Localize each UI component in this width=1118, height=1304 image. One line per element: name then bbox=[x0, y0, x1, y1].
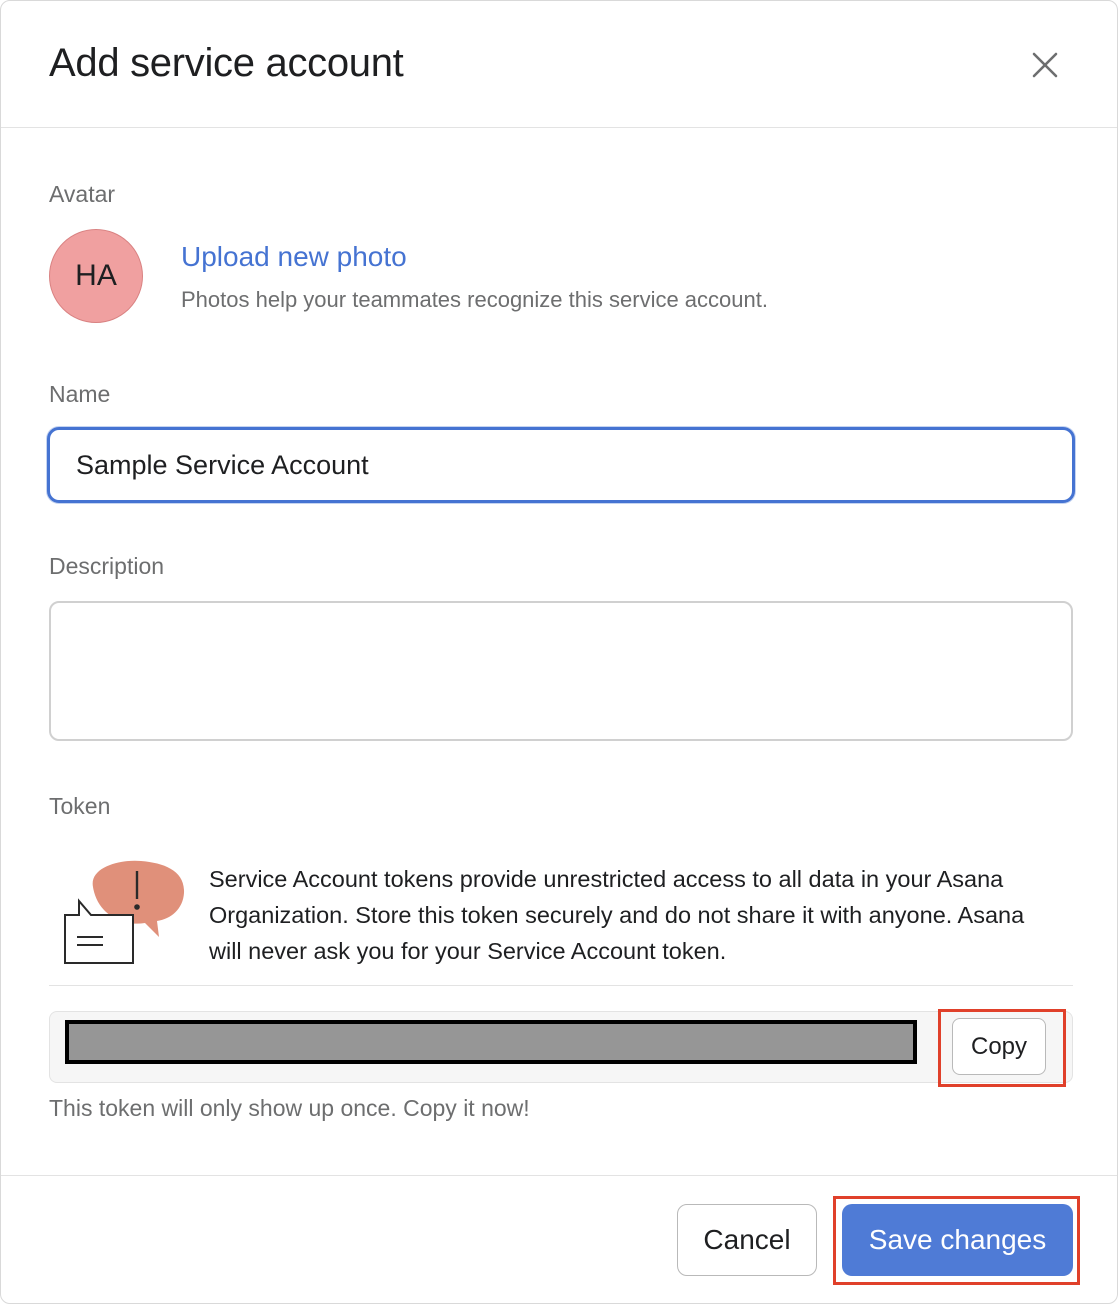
token-note: This token will only show up once. Copy … bbox=[49, 1095, 530, 1121]
copy-token-button[interactable]: Copy bbox=[952, 1018, 1046, 1075]
token-warning-text: Service Account tokens provide unrestric… bbox=[209, 866, 1025, 964]
upload-new-photo-link[interactable]: Upload new photo bbox=[181, 241, 407, 273]
avatar-label: Avatar bbox=[49, 181, 116, 207]
avatar-initials: HA bbox=[75, 259, 117, 292]
avatar: HA bbox=[49, 229, 143, 323]
warning-chat-icon bbox=[64, 860, 185, 964]
upload-help-text: Photos help your teammates recognize thi… bbox=[181, 287, 768, 312]
name-label: Name bbox=[49, 381, 111, 407]
close-icon bbox=[1032, 52, 1058, 78]
dialog-header: Add service account bbox=[1, 1, 1117, 128]
token-label: Token bbox=[49, 793, 111, 819]
token-divider bbox=[49, 985, 1073, 986]
name-input[interactable] bbox=[47, 427, 1075, 503]
token-value-redacted[interactable] bbox=[65, 1020, 917, 1064]
description-label: Description bbox=[49, 553, 165, 579]
cancel-button[interactable]: Cancel bbox=[677, 1204, 817, 1276]
description-textarea[interactable] bbox=[49, 601, 1073, 741]
add-service-account-dialog: Add service account Avatar HA Upload new… bbox=[0, 0, 1118, 1304]
close-button[interactable] bbox=[1019, 39, 1071, 91]
save-changes-button[interactable]: Save changes bbox=[842, 1204, 1073, 1276]
dialog-title: Add service account bbox=[49, 41, 404, 85]
